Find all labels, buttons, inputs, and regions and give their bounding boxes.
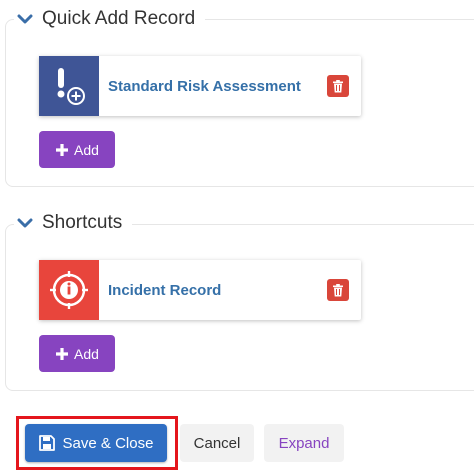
chevron-down-icon[interactable] [14,210,36,236]
chevron-down-icon[interactable] [14,6,36,32]
shortcuts-add-button[interactable]: Add [39,335,115,372]
add-button-label: Add [74,345,99,362]
incident-target-icon [39,260,99,320]
trash-icon [333,283,343,296]
expand-button[interactable]: Expand [264,424,344,462]
quick-add-item-risk-assessment[interactable]: Standard Risk Assessment [39,56,361,116]
quick-add-add-button[interactable]: Add [39,131,115,168]
quick-add-title: Quick Add Record [42,8,196,29]
floppy-disk-icon [38,435,55,451]
plus-icon [55,347,69,361]
shortcut-item-label[interactable]: Incident Record [108,282,327,299]
shortcuts-header[interactable]: Shortcuts [14,210,133,236]
quick-add-header[interactable]: Quick Add Record [14,6,206,32]
save-and-close-button[interactable]: Save & Close [25,424,167,462]
add-button-label: Add [74,141,99,158]
shortcut-item-incident-record[interactable]: Incident Record [39,260,361,320]
plus-icon [55,143,69,157]
cancel-button[interactable]: Cancel [180,424,254,462]
save-button-label: Save & Close [62,434,154,452]
trash-icon [333,79,343,92]
quick-add-item-label[interactable]: Standard Risk Assessment [108,78,327,95]
delete-button[interactable] [327,279,349,301]
delete-button[interactable] [327,75,349,97]
dashboard-settings-page: Quick Add Record Standard Risk Assessmen… [0,0,474,476]
risk-assessment-icon [39,56,99,116]
shortcuts-title: Shortcuts [42,212,123,233]
